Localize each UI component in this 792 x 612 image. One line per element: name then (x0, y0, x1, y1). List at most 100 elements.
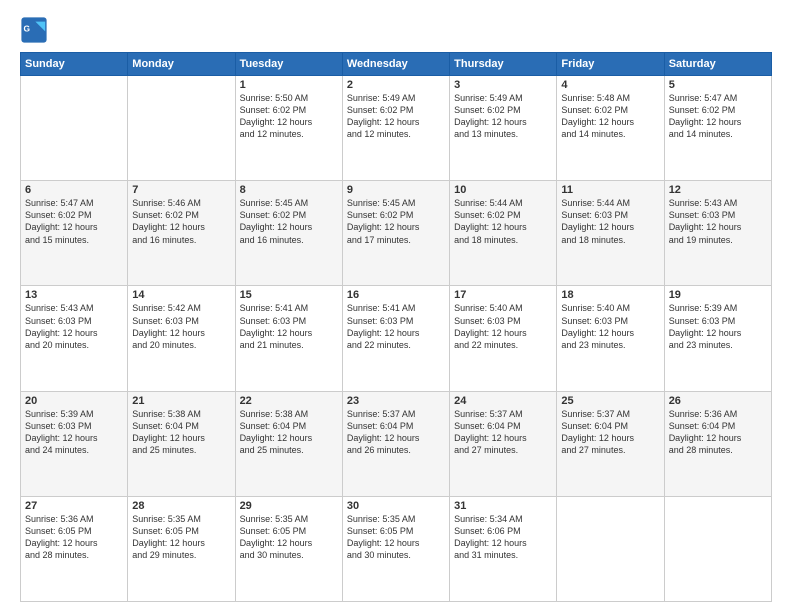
calendar-cell: 3Sunrise: 5:49 AM Sunset: 6:02 PM Daylig… (450, 76, 557, 181)
calendar-cell: 22Sunrise: 5:38 AM Sunset: 6:04 PM Dayli… (235, 391, 342, 496)
day-info: Sunrise: 5:38 AM Sunset: 6:04 PM Dayligh… (132, 408, 230, 457)
day-info: Sunrise: 5:44 AM Sunset: 6:02 PM Dayligh… (454, 197, 552, 246)
day-number: 23 (347, 395, 445, 407)
day-number: 30 (347, 500, 445, 512)
day-info: Sunrise: 5:46 AM Sunset: 6:02 PM Dayligh… (132, 197, 230, 246)
calendar-cell: 4Sunrise: 5:48 AM Sunset: 6:02 PM Daylig… (557, 76, 664, 181)
calendar-cell: 23Sunrise: 5:37 AM Sunset: 6:04 PM Dayli… (342, 391, 449, 496)
day-info: Sunrise: 5:42 AM Sunset: 6:03 PM Dayligh… (132, 302, 230, 351)
day-header-friday: Friday (557, 53, 664, 76)
day-info: Sunrise: 5:44 AM Sunset: 6:03 PM Dayligh… (561, 197, 659, 246)
day-info: Sunrise: 5:36 AM Sunset: 6:05 PM Dayligh… (25, 513, 123, 562)
day-info: Sunrise: 5:37 AM Sunset: 6:04 PM Dayligh… (561, 408, 659, 457)
day-info: Sunrise: 5:41 AM Sunset: 6:03 PM Dayligh… (240, 302, 338, 351)
day-number: 1 (240, 79, 338, 91)
calendar-table: SundayMondayTuesdayWednesdayThursdayFrid… (20, 52, 772, 602)
calendar-cell (21, 76, 128, 181)
calendar-cell: 10Sunrise: 5:44 AM Sunset: 6:02 PM Dayli… (450, 181, 557, 286)
calendar-cell: 7Sunrise: 5:46 AM Sunset: 6:02 PM Daylig… (128, 181, 235, 286)
calendar-cell: 21Sunrise: 5:38 AM Sunset: 6:04 PM Dayli… (128, 391, 235, 496)
day-number: 5 (669, 79, 767, 91)
calendar-header-row: SundayMondayTuesdayWednesdayThursdayFrid… (21, 53, 772, 76)
day-number: 12 (669, 184, 767, 196)
calendar-cell: 11Sunrise: 5:44 AM Sunset: 6:03 PM Dayli… (557, 181, 664, 286)
calendar-cell (664, 496, 771, 601)
calendar-cell: 9Sunrise: 5:45 AM Sunset: 6:02 PM Daylig… (342, 181, 449, 286)
day-info: Sunrise: 5:45 AM Sunset: 6:02 PM Dayligh… (240, 197, 338, 246)
calendar-cell: 20Sunrise: 5:39 AM Sunset: 6:03 PM Dayli… (21, 391, 128, 496)
calendar-cell: 27Sunrise: 5:36 AM Sunset: 6:05 PM Dayli… (21, 496, 128, 601)
day-number: 16 (347, 289, 445, 301)
calendar-cell: 25Sunrise: 5:37 AM Sunset: 6:04 PM Dayli… (557, 391, 664, 496)
day-info: Sunrise: 5:39 AM Sunset: 6:03 PM Dayligh… (669, 302, 767, 351)
day-info: Sunrise: 5:49 AM Sunset: 6:02 PM Dayligh… (454, 92, 552, 141)
logo: G (20, 16, 52, 44)
day-header-saturday: Saturday (664, 53, 771, 76)
day-info: Sunrise: 5:41 AM Sunset: 6:03 PM Dayligh… (347, 302, 445, 351)
calendar-cell: 8Sunrise: 5:45 AM Sunset: 6:02 PM Daylig… (235, 181, 342, 286)
day-number: 9 (347, 184, 445, 196)
day-info: Sunrise: 5:34 AM Sunset: 6:06 PM Dayligh… (454, 513, 552, 562)
day-info: Sunrise: 5:45 AM Sunset: 6:02 PM Dayligh… (347, 197, 445, 246)
day-number: 15 (240, 289, 338, 301)
calendar-week-2: 6Sunrise: 5:47 AM Sunset: 6:02 PM Daylig… (21, 181, 772, 286)
day-number: 6 (25, 184, 123, 196)
calendar-cell: 2Sunrise: 5:49 AM Sunset: 6:02 PM Daylig… (342, 76, 449, 181)
day-number: 17 (454, 289, 552, 301)
day-info: Sunrise: 5:40 AM Sunset: 6:03 PM Dayligh… (561, 302, 659, 351)
day-number: 24 (454, 395, 552, 407)
day-number: 14 (132, 289, 230, 301)
calendar-week-1: 1Sunrise: 5:50 AM Sunset: 6:02 PM Daylig… (21, 76, 772, 181)
day-info: Sunrise: 5:49 AM Sunset: 6:02 PM Dayligh… (347, 92, 445, 141)
page: G SundayMondayTuesdayWednesdayThursdayFr… (0, 0, 792, 612)
calendar-cell: 19Sunrise: 5:39 AM Sunset: 6:03 PM Dayli… (664, 286, 771, 391)
day-header-sunday: Sunday (21, 53, 128, 76)
day-header-monday: Monday (128, 53, 235, 76)
day-info: Sunrise: 5:50 AM Sunset: 6:02 PM Dayligh… (240, 92, 338, 141)
calendar-cell: 12Sunrise: 5:43 AM Sunset: 6:03 PM Dayli… (664, 181, 771, 286)
calendar-week-3: 13Sunrise: 5:43 AM Sunset: 6:03 PM Dayli… (21, 286, 772, 391)
calendar-cell: 1Sunrise: 5:50 AM Sunset: 6:02 PM Daylig… (235, 76, 342, 181)
day-info: Sunrise: 5:47 AM Sunset: 6:02 PM Dayligh… (669, 92, 767, 141)
day-info: Sunrise: 5:35 AM Sunset: 6:05 PM Dayligh… (132, 513, 230, 562)
calendar-cell (128, 76, 235, 181)
day-number: 28 (132, 500, 230, 512)
day-number: 4 (561, 79, 659, 91)
day-info: Sunrise: 5:38 AM Sunset: 6:04 PM Dayligh… (240, 408, 338, 457)
day-info: Sunrise: 5:47 AM Sunset: 6:02 PM Dayligh… (25, 197, 123, 246)
day-header-thursday: Thursday (450, 53, 557, 76)
svg-text:G: G (24, 23, 31, 33)
day-info: Sunrise: 5:48 AM Sunset: 6:02 PM Dayligh… (561, 92, 659, 141)
day-info: Sunrise: 5:39 AM Sunset: 6:03 PM Dayligh… (25, 408, 123, 457)
day-info: Sunrise: 5:37 AM Sunset: 6:04 PM Dayligh… (347, 408, 445, 457)
day-number: 13 (25, 289, 123, 301)
day-number: 22 (240, 395, 338, 407)
day-number: 25 (561, 395, 659, 407)
calendar-cell: 28Sunrise: 5:35 AM Sunset: 6:05 PM Dayli… (128, 496, 235, 601)
day-number: 31 (454, 500, 552, 512)
day-number: 8 (240, 184, 338, 196)
calendar-cell (557, 496, 664, 601)
calendar-cell: 6Sunrise: 5:47 AM Sunset: 6:02 PM Daylig… (21, 181, 128, 286)
calendar-week-4: 20Sunrise: 5:39 AM Sunset: 6:03 PM Dayli… (21, 391, 772, 496)
header: G (20, 16, 772, 44)
day-info: Sunrise: 5:37 AM Sunset: 6:04 PM Dayligh… (454, 408, 552, 457)
calendar-cell: 15Sunrise: 5:41 AM Sunset: 6:03 PM Dayli… (235, 286, 342, 391)
calendar-cell: 13Sunrise: 5:43 AM Sunset: 6:03 PM Dayli… (21, 286, 128, 391)
day-info: Sunrise: 5:36 AM Sunset: 6:04 PM Dayligh… (669, 408, 767, 457)
calendar-cell: 5Sunrise: 5:47 AM Sunset: 6:02 PM Daylig… (664, 76, 771, 181)
day-header-tuesday: Tuesday (235, 53, 342, 76)
day-number: 27 (25, 500, 123, 512)
calendar-cell: 16Sunrise: 5:41 AM Sunset: 6:03 PM Dayli… (342, 286, 449, 391)
day-info: Sunrise: 5:40 AM Sunset: 6:03 PM Dayligh… (454, 302, 552, 351)
day-number: 2 (347, 79, 445, 91)
day-number: 3 (454, 79, 552, 91)
calendar-cell: 14Sunrise: 5:42 AM Sunset: 6:03 PM Dayli… (128, 286, 235, 391)
calendar-cell: 26Sunrise: 5:36 AM Sunset: 6:04 PM Dayli… (664, 391, 771, 496)
day-number: 29 (240, 500, 338, 512)
general-blue-icon: G (20, 16, 48, 44)
day-number: 19 (669, 289, 767, 301)
calendar-week-5: 27Sunrise: 5:36 AM Sunset: 6:05 PM Dayli… (21, 496, 772, 601)
day-info: Sunrise: 5:35 AM Sunset: 6:05 PM Dayligh… (347, 513, 445, 562)
day-info: Sunrise: 5:43 AM Sunset: 6:03 PM Dayligh… (669, 197, 767, 246)
